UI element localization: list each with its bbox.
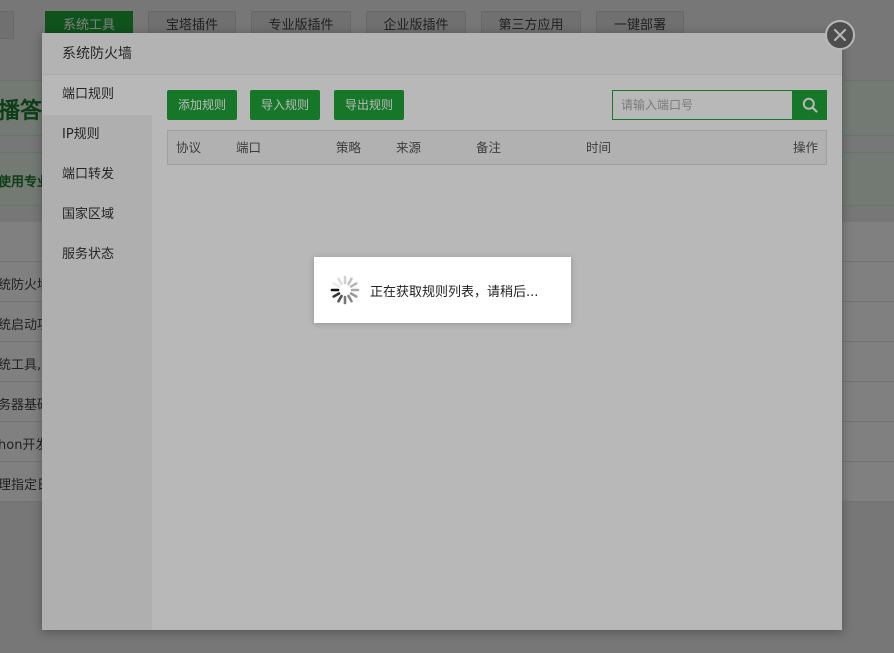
spinner-icon <box>330 275 360 305</box>
loading-toast: 正在获取规则列表，请稍后... <box>314 257 571 323</box>
loading-overlay <box>0 0 894 653</box>
loading-message: 正在获取规则列表，请稍后... <box>370 284 539 300</box>
